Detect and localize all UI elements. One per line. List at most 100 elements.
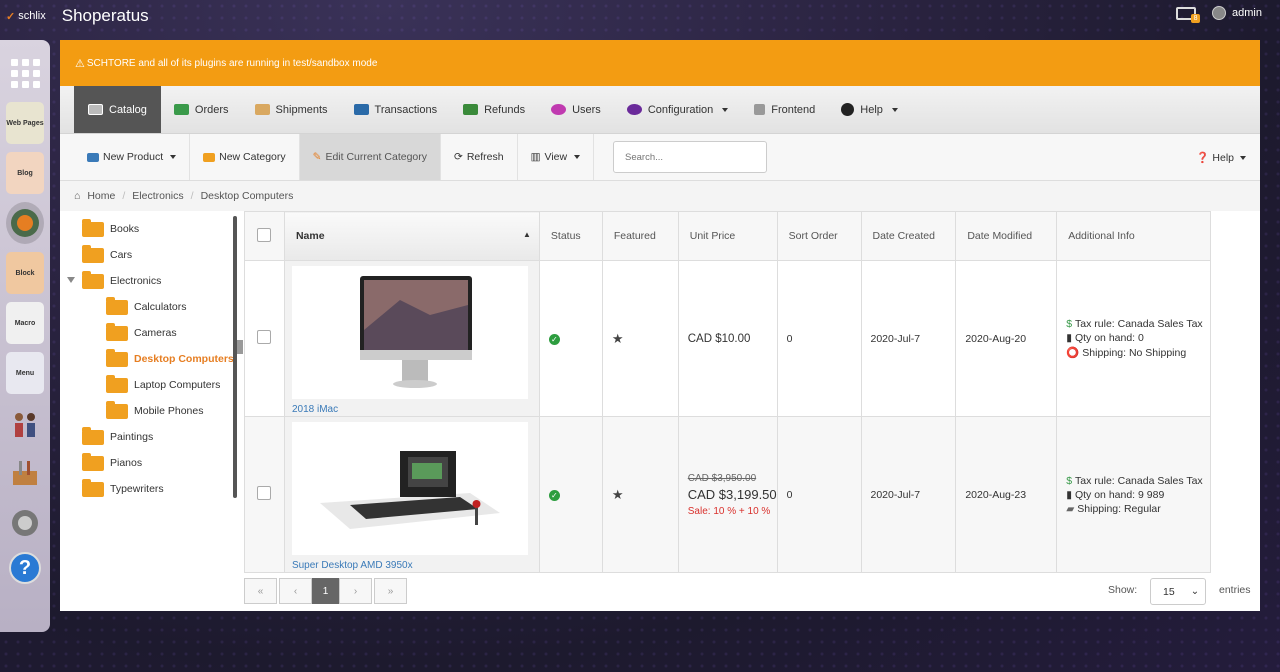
featured-star-icon[interactable]: ★	[612, 487, 624, 502]
notification-badge: 8	[1191, 13, 1201, 23]
collapse-triangle-icon[interactable]	[67, 277, 75, 283]
last-page-button[interactable]: »	[374, 578, 407, 604]
header-sort-order[interactable]: Sort Order	[776, 211, 862, 261]
users-icon[interactable]	[6, 402, 44, 444]
tree-item-laptop-computers[interactable]: Laptop Computers	[106, 374, 220, 395]
header-date-modified[interactable]: Date Modified	[955, 211, 1058, 261]
header-date-created[interactable]: Date Created	[860, 211, 957, 261]
chevron-down-icon	[891, 107, 898, 112]
toolbar-help-button[interactable]: ❓ Help	[1196, 134, 1246, 181]
sort-order: 0	[776, 260, 862, 417]
header-unit-price[interactable]: Unit Price	[677, 211, 778, 261]
tree-item-paintings[interactable]: Paintings	[82, 426, 153, 447]
refresh-button[interactable]: ⟳ Refresh	[441, 134, 518, 180]
header-additional-info[interactable]: Additional Info	[1056, 211, 1211, 261]
product-image[interactable]	[291, 421, 528, 555]
folder-icon	[82, 426, 104, 445]
featured-star-icon[interactable]: ★	[612, 331, 624, 346]
tree-item-desktop-computers[interactable]: Desktop Computers	[106, 348, 234, 369]
first-page-button[interactable]: «	[244, 578, 277, 604]
row-checkbox[interactable]	[257, 330, 271, 344]
table-row[interactable]: 2018 iMac ✓ ★ CAD $10.00 0 2020-Jul-7 20…	[244, 260, 1211, 417]
toolbar: New Product New Category ✎ Edit Current C…	[60, 134, 1260, 181]
page-1-button[interactable]: 1	[312, 578, 339, 604]
web-pages-icon[interactable]: Web Pages	[6, 102, 44, 144]
truck-icon: ▰	[1066, 502, 1075, 515]
date-created: 2020-Jul-7	[860, 416, 957, 573]
menu-icon[interactable]: Menu	[6, 352, 44, 394]
edit-category-button[interactable]: ✎ Edit Current Category	[299, 134, 441, 180]
row-checkbox[interactable]	[257, 486, 271, 500]
tab-orders[interactable]: Orders	[161, 86, 242, 133]
pencil-icon: ✎	[312, 151, 322, 163]
tree-item-calculators[interactable]: Calculators	[106, 296, 187, 317]
tab-transactions[interactable]: Transactions	[341, 86, 451, 133]
next-page-button[interactable]: ›	[339, 578, 372, 604]
chevron-down-icon	[1240, 155, 1246, 160]
folder-icon	[106, 296, 128, 315]
notifications-icon[interactable]: 8	[1176, 6, 1201, 23]
user-menu[interactable]: admin	[1212, 6, 1262, 20]
block-icon[interactable]: Block	[6, 252, 44, 294]
folder-icon	[106, 348, 128, 367]
settings-gear-icon[interactable]	[6, 502, 44, 544]
folder-icon	[82, 452, 104, 471]
header-name[interactable]: Name ▲	[283, 211, 540, 261]
prev-page-button[interactable]: ‹	[279, 578, 312, 604]
table-header-row: Name ▲ Status Featured Unit Price Sort Or…	[244, 211, 1211, 261]
tab-help[interactable]: Help	[828, 86, 911, 133]
tab-configuration[interactable]: Configuration	[614, 86, 741, 133]
refunds-icon	[463, 104, 479, 115]
product-name-link[interactable]: Super Desktop AMD 3950x	[292, 560, 539, 571]
folder-icon	[106, 374, 128, 393]
search-input[interactable]	[613, 141, 767, 173]
status-enabled-icon[interactable]: ✓	[548, 333, 560, 345]
transactions-icon	[353, 104, 369, 115]
shop-icon[interactable]	[6, 202, 44, 244]
tab-users[interactable]: Users	[538, 86, 614, 133]
tools-icon[interactable]	[6, 452, 44, 494]
tree-scrollbar[interactable]	[233, 216, 237, 498]
tree-item-cars[interactable]: Cars	[82, 244, 132, 265]
chevron-down-icon: ⌄	[1190, 586, 1200, 597]
tab-refunds[interactable]: Refunds	[450, 86, 538, 133]
view-button[interactable]: ▥ View	[518, 134, 595, 180]
unit-price: CAD $3,950.00 CAD $3,199.50 Sale: 10 % +…	[677, 416, 778, 573]
tree-item-pianos[interactable]: Pianos	[82, 452, 142, 473]
sale-badge: Sale: 10 % + 10 %	[687, 505, 771, 517]
folder-icon	[82, 218, 104, 237]
page-size-select[interactable]: 15 ⌄	[1150, 578, 1206, 605]
status-enabled-icon[interactable]: ✓	[548, 489, 560, 501]
product-image[interactable]	[291, 265, 528, 399]
sort-asc-icon: ▲	[522, 230, 531, 239]
tab-frontend[interactable]: Frontend	[741, 86, 828, 133]
folder-icon	[106, 400, 128, 419]
macro-icon[interactable]: Macro	[6, 302, 44, 344]
folder-icon	[203, 152, 216, 162]
panel-resize-handle[interactable]	[237, 340, 243, 354]
tree-item-typewriters[interactable]: Typewriters	[82, 478, 164, 499]
tab-catalog[interactable]: Catalog	[74, 86, 161, 133]
header-status[interactable]: Status	[538, 211, 603, 261]
breadcrumb-electronics[interactable]: Electronics	[132, 190, 183, 202]
tree-item-mobile-phones[interactable]: Mobile Phones	[106, 400, 203, 421]
main-panel: ⚠ SCHTORE and all of its plugins are runn…	[60, 40, 1260, 611]
tree-item-books[interactable]: Books	[82, 218, 139, 239]
new-category-button[interactable]: New Category	[190, 134, 300, 180]
help-icon[interactable]: ?	[9, 552, 41, 584]
apps-grid-icon[interactable]	[6, 52, 44, 94]
tab-shipments[interactable]: Shipments	[242, 86, 341, 133]
tree-item-cameras[interactable]: Cameras	[106, 322, 177, 343]
truck-icon	[254, 104, 270, 115]
schlix-logo[interactable]: ✓ schlix	[6, 10, 46, 23]
product-name-link[interactable]: 2018 iMac	[292, 404, 539, 415]
blog-icon[interactable]: Blog	[6, 152, 44, 194]
new-product-button[interactable]: New Product	[74, 134, 191, 180]
money-icon: $	[1066, 318, 1073, 330]
header-featured[interactable]: Featured	[601, 211, 679, 261]
table-row[interactable]: Super Desktop AMD 3950x ✓ ★ CAD $3,950.0…	[244, 416, 1211, 573]
tree-item-electronics[interactable]: Electronics	[82, 270, 161, 291]
select-all-checkbox[interactable]	[257, 227, 271, 242]
refresh-icon: ⟳	[454, 151, 463, 163]
breadcrumb-home[interactable]: Home	[87, 190, 115, 202]
